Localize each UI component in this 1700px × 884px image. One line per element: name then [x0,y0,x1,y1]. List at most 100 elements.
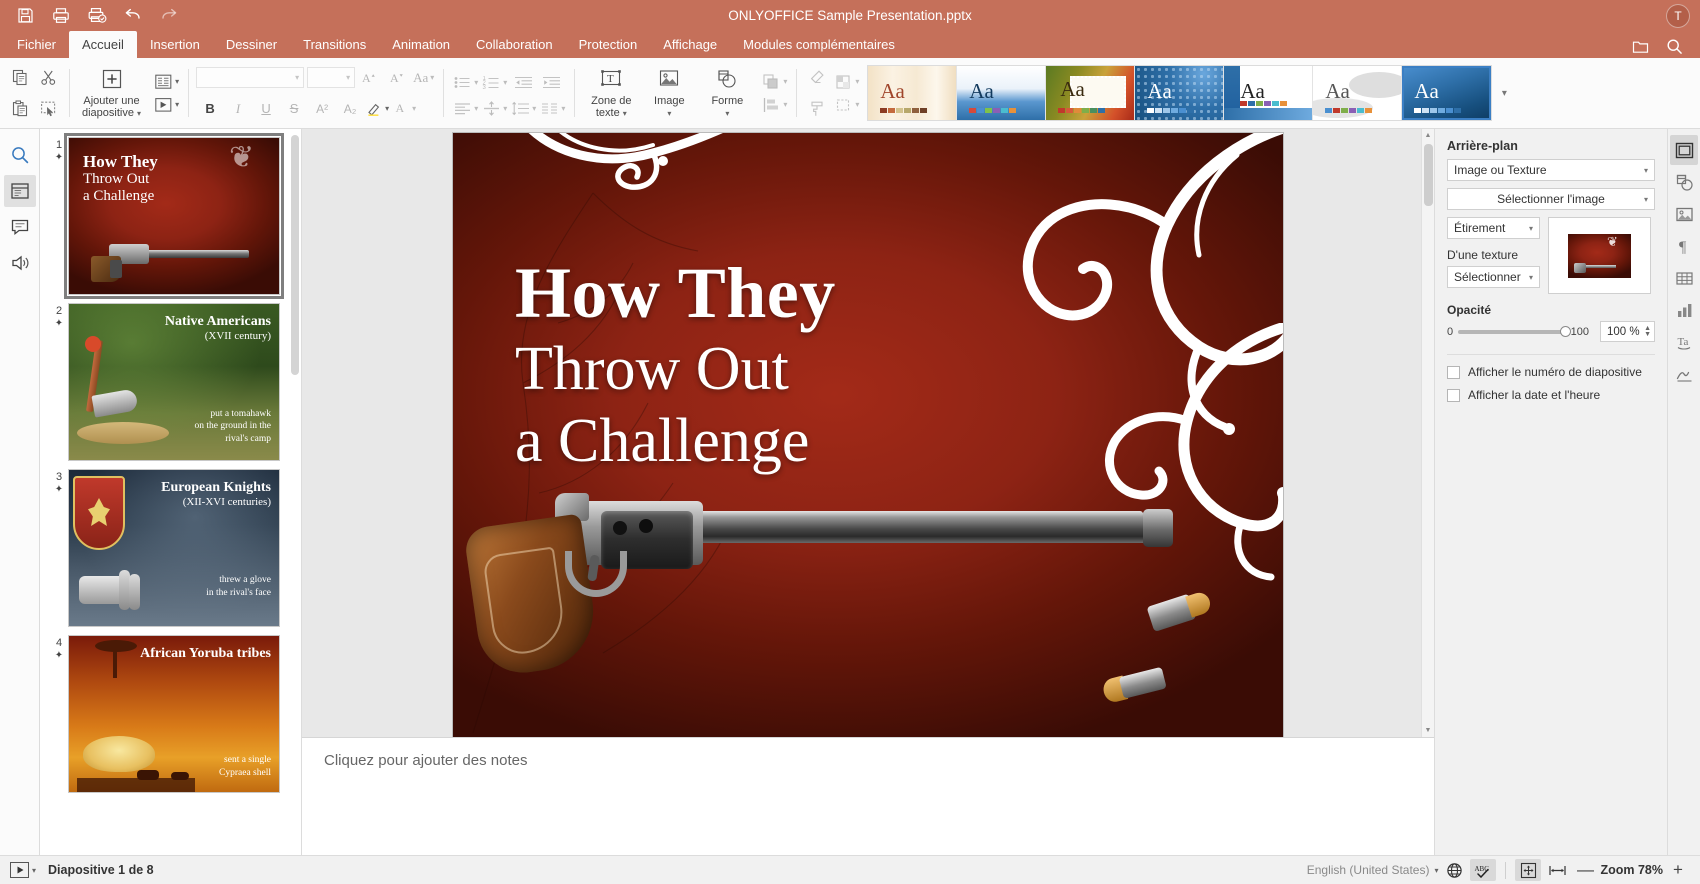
fit-to-width-icon[interactable] [1544,859,1570,881]
tab-collaboration[interactable]: Collaboration [463,31,566,58]
transition-star-icon[interactable]: ✦ [50,318,68,329]
zoom-out-button[interactable]: — [1573,860,1597,880]
highlight-color-button[interactable]: ▾ [364,99,391,118]
slide-transition-button[interactable]: ▾ [152,95,181,115]
open-file-location-icon[interactable] [1626,34,1654,58]
tab-insertion[interactable]: Insertion [137,31,213,58]
fit-to-slide-icon[interactable] [1515,859,1542,881]
thumbnails-scrollbar[interactable] [291,135,299,375]
chevron-down-icon[interactable]: ▾ [32,866,36,875]
vertical-align-button[interactable]: ▾ [480,99,509,118]
insert-image-button[interactable]: Image ▾ [640,61,698,125]
slide-number-checkbox[interactable] [1447,365,1460,379]
shape-fill-button[interactable]: ▾ [832,72,861,92]
tab-accueil[interactable]: Accueil [69,31,137,58]
slide-settings-icon[interactable] [1670,135,1698,165]
sidebar-item-comments[interactable] [4,211,36,243]
quick-print-icon[interactable] [80,2,114,30]
transition-star-icon[interactable]: ✦ [50,650,68,661]
chart-settings-icon[interactable] [1670,295,1698,325]
theme-thumbnail-7[interactable]: Aa [1402,66,1492,120]
from-texture-select[interactable]: Sélectionner ▾ [1447,266,1540,288]
background-image-preview[interactable]: ❦ [1548,217,1651,294]
theme-thumbnail-2[interactable]: Aa [957,66,1047,120]
spinner-arrows-icon[interactable]: ▲ ▼ [1644,325,1651,338]
select-image-button[interactable]: Sélectionner l'image ▾ [1447,188,1655,210]
change-case-button[interactable]: Aa ▾ [411,69,436,87]
signature-settings-icon[interactable] [1670,359,1698,389]
superscript-button[interactable]: A² [308,95,336,123]
opacity-slider[interactable] [1458,325,1571,337]
columns-button[interactable]: ▾ [538,99,567,118]
scroll-down-arrow-icon[interactable]: ▼ [1422,724,1435,737]
paragraph-settings-icon[interactable]: ¶ [1670,231,1698,261]
fill-type-select[interactable]: Image ou Texture ▾ [1447,159,1655,181]
slide-thumbnails-panel[interactable]: 1 ✦ How They Throw Out a Challenge ❦ 2 ✦… [40,129,302,855]
search-icon[interactable] [1660,34,1688,58]
canvas-vertical-scrollbar[interactable]: ▲ ▼ [1421,129,1434,737]
slide-size-button[interactable]: ▾ [832,95,861,115]
sidebar-item-slides[interactable] [3,175,36,207]
copy-icon[interactable] [6,64,34,92]
transition-star-icon[interactable]: ✦ [50,152,68,163]
tab-protection[interactable]: Protection [566,31,651,58]
slide-title[interactable]: How They Throw Out a Challenge [515,254,836,474]
tab-modules-complementaires[interactable]: Modules complémentaires [730,31,908,58]
theme-thumbnail-4[interactable]: Aa [1135,66,1225,120]
redo-icon[interactable] [152,2,186,30]
slide-thumbnail-2[interactable]: Native Americans (XVII century) put a to… [68,303,280,461]
current-slide[interactable]: How They Throw Out a Challenge [453,133,1283,737]
avatar[interactable]: T [1666,3,1690,28]
tab-animation[interactable]: Animation [379,31,463,58]
sidebar-item-chat[interactable] [4,247,36,279]
line-spacing-button[interactable]: ▾ [509,99,538,118]
font-name-input[interactable]: ▾ [196,67,305,88]
date-time-checkbox[interactable] [1447,388,1460,402]
font-size-input[interactable]: ▾ [307,67,356,88]
cut-icon[interactable] [34,64,62,92]
tab-transitions[interactable]: Transitions [290,31,379,58]
align-objects-button[interactable]: ▾ [760,95,789,115]
language-selector[interactable]: English (United States) ▾ [1307,863,1439,877]
set-language-icon[interactable] [1441,859,1467,881]
opacity-spinner[interactable]: 100 % ▲ ▼ [1600,321,1655,342]
zoom-in-button[interactable]: + [1666,860,1690,880]
add-slide-button[interactable]: Ajouter une diapositive ▾ [77,61,146,125]
theme-thumbnail-6[interactable]: Aa [1313,66,1403,120]
checkbox-row-date-time[interactable]: Afficher la date et l'heure [1447,388,1655,402]
tab-affichage[interactable]: Affichage [650,31,730,58]
scroll-up-arrow-icon[interactable]: ▲ [1422,129,1435,142]
decrease-indent-icon[interactable] [509,68,537,96]
save-icon[interactable] [8,2,42,30]
shape-settings-icon[interactable] [1670,167,1698,197]
start-slideshow-button[interactable]: ▾ [10,862,36,878]
paste-icon[interactable] [6,95,34,123]
font-color-button[interactable]: A ▾ [391,99,418,118]
scrollbar-thumb[interactable] [1423,144,1433,206]
copy-style-icon[interactable] [804,95,832,123]
increase-font-size-icon[interactable]: A [355,64,383,92]
slide-thumbnail-4[interactable]: African Yoruba tribes sent a single Cypra… [68,635,280,793]
slide-thumbnail-3[interactable]: European Knights (XII-XVI centuries) thr… [68,469,280,627]
clear-style-icon[interactable] [804,64,832,92]
increase-indent-icon[interactable] [537,68,565,96]
slide-thumbnail-1[interactable]: How They Throw Out a Challenge ❦ [64,133,284,299]
theme-thumbnail-1[interactable]: Aa [868,66,958,120]
stretch-select[interactable]: Étirement ▾ [1447,217,1540,239]
play-icon[interactable] [10,862,29,878]
subscript-button[interactable]: A₂ [336,95,364,123]
text-art-settings-icon[interactable]: Ta [1670,327,1698,357]
checkbox-row-slide-number[interactable]: Afficher le numéro de diapositive [1447,365,1655,379]
bold-button[interactable]: B [196,95,224,123]
align-button[interactable]: ▾ [451,99,480,118]
zoom-level-label[interactable]: Zoom 78% [1600,863,1663,877]
bullets-button[interactable]: ▾ [451,73,480,92]
slide-layout-button[interactable]: ▾ [152,72,181,92]
tab-fichier[interactable]: Fichier [4,31,69,58]
print-icon[interactable] [44,2,78,30]
text-box-button[interactable]: T Zone de texte ▾ [582,61,640,125]
strikethrough-button[interactable]: S [280,95,308,123]
undo-icon[interactable] [116,2,150,30]
spellcheck-icon[interactable]: ABC [1470,859,1497,881]
sidebar-item-search[interactable] [4,139,36,171]
